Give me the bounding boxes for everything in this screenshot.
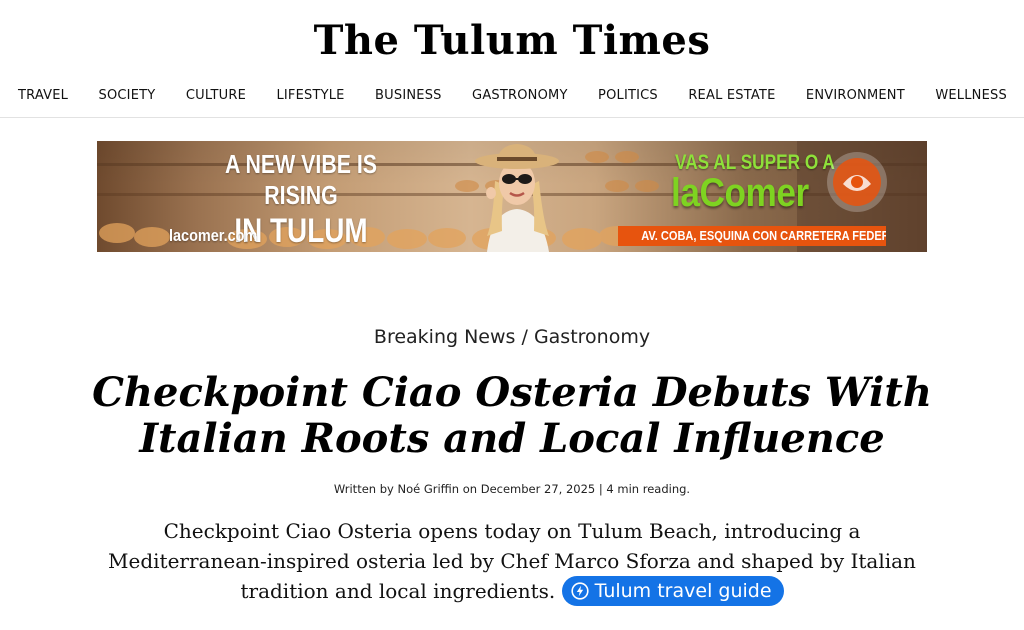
breadcrumb-category[interactable]: Gastronomy (534, 326, 650, 348)
nav-item-travel[interactable]: TRAVEL (18, 88, 68, 103)
ad-address-bar: AV. COBA, ESQUINA CON CARRETERA FEDERAL (618, 226, 886, 246)
nav-item-business[interactable]: BUSINESS (375, 88, 442, 103)
site-logo-title[interactable]: The Tulum Times (314, 17, 711, 64)
nav-item-real-estate[interactable]: REAL ESTATE (688, 88, 775, 103)
bolt-icon (570, 581, 589, 600)
article-headline: Checkpoint Ciao Osteria Debuts With Ital… (62, 370, 962, 462)
article-summary-text: Checkpoint Ciao Osteria opens today on T… (108, 519, 916, 603)
nav-item-environment[interactable]: ENVIRONMENT (806, 88, 905, 103)
ad-banner[interactable]: A NEW VIBE IS RISING IN TULUM lacomer.co… (97, 141, 927, 252)
nav-item-wellness[interactable]: WELLNESS (935, 88, 1007, 103)
ad-brand-logo-text: laComer (671, 171, 809, 215)
ad-container: A NEW VIBE IS RISING IN TULUM lacomer.co… (0, 141, 1024, 252)
nav-item-gastronomy[interactable]: GASTRONOMY (472, 88, 568, 103)
nav-item-lifestyle[interactable]: LIFESTYLE (276, 88, 344, 103)
nav-item-culture[interactable]: CULTURE (186, 88, 246, 103)
article-byline: Written by Noé Griffin on December 27, 2… (333, 482, 691, 496)
article-headline-line1: Checkpoint Ciao Osteria Debuts With (92, 369, 932, 416)
masthead: The Tulum Times (0, 0, 1024, 74)
tulum-travel-guide-link[interactable]: Tulum travel guide (561, 575, 784, 606)
main-nav: TRAVEL SOCIETY CULTURE LIFESTYLE BUSINES… (0, 74, 1024, 118)
woman-with-hat-illustration (475, 144, 559, 252)
lacomer-logo-icon (827, 152, 887, 212)
tulum-travel-guide-label: Tulum travel guide (594, 579, 772, 602)
breadcrumb-section[interactable]: Breaking News (374, 326, 516, 348)
breadcrumb: Breaking News / Gastronomy (0, 326, 1024, 348)
ad-url: lacomer.com (169, 226, 258, 245)
site-header: The Tulum Times TRAVEL SOCIETY CULTURE L… (0, 0, 1024, 118)
article: Breaking News / Gastronomy Checkpoint Ci… (0, 326, 1024, 608)
breadcrumb-separator: / (521, 326, 528, 348)
article-summary: Checkpoint Ciao Osteria opens today on T… (92, 516, 932, 608)
nav-item-politics[interactable]: POLITICS (598, 88, 658, 103)
article-headline-line2: Italian Roots and Local Influence (139, 415, 885, 462)
nav-item-society[interactable]: SOCIETY (99, 88, 156, 103)
ad-address-text: AV. COBA, ESQUINA CON CARRETERA FEDERAL (641, 228, 886, 243)
ad-headline-line1: A NEW VIBE IS RISING (224, 149, 378, 210)
